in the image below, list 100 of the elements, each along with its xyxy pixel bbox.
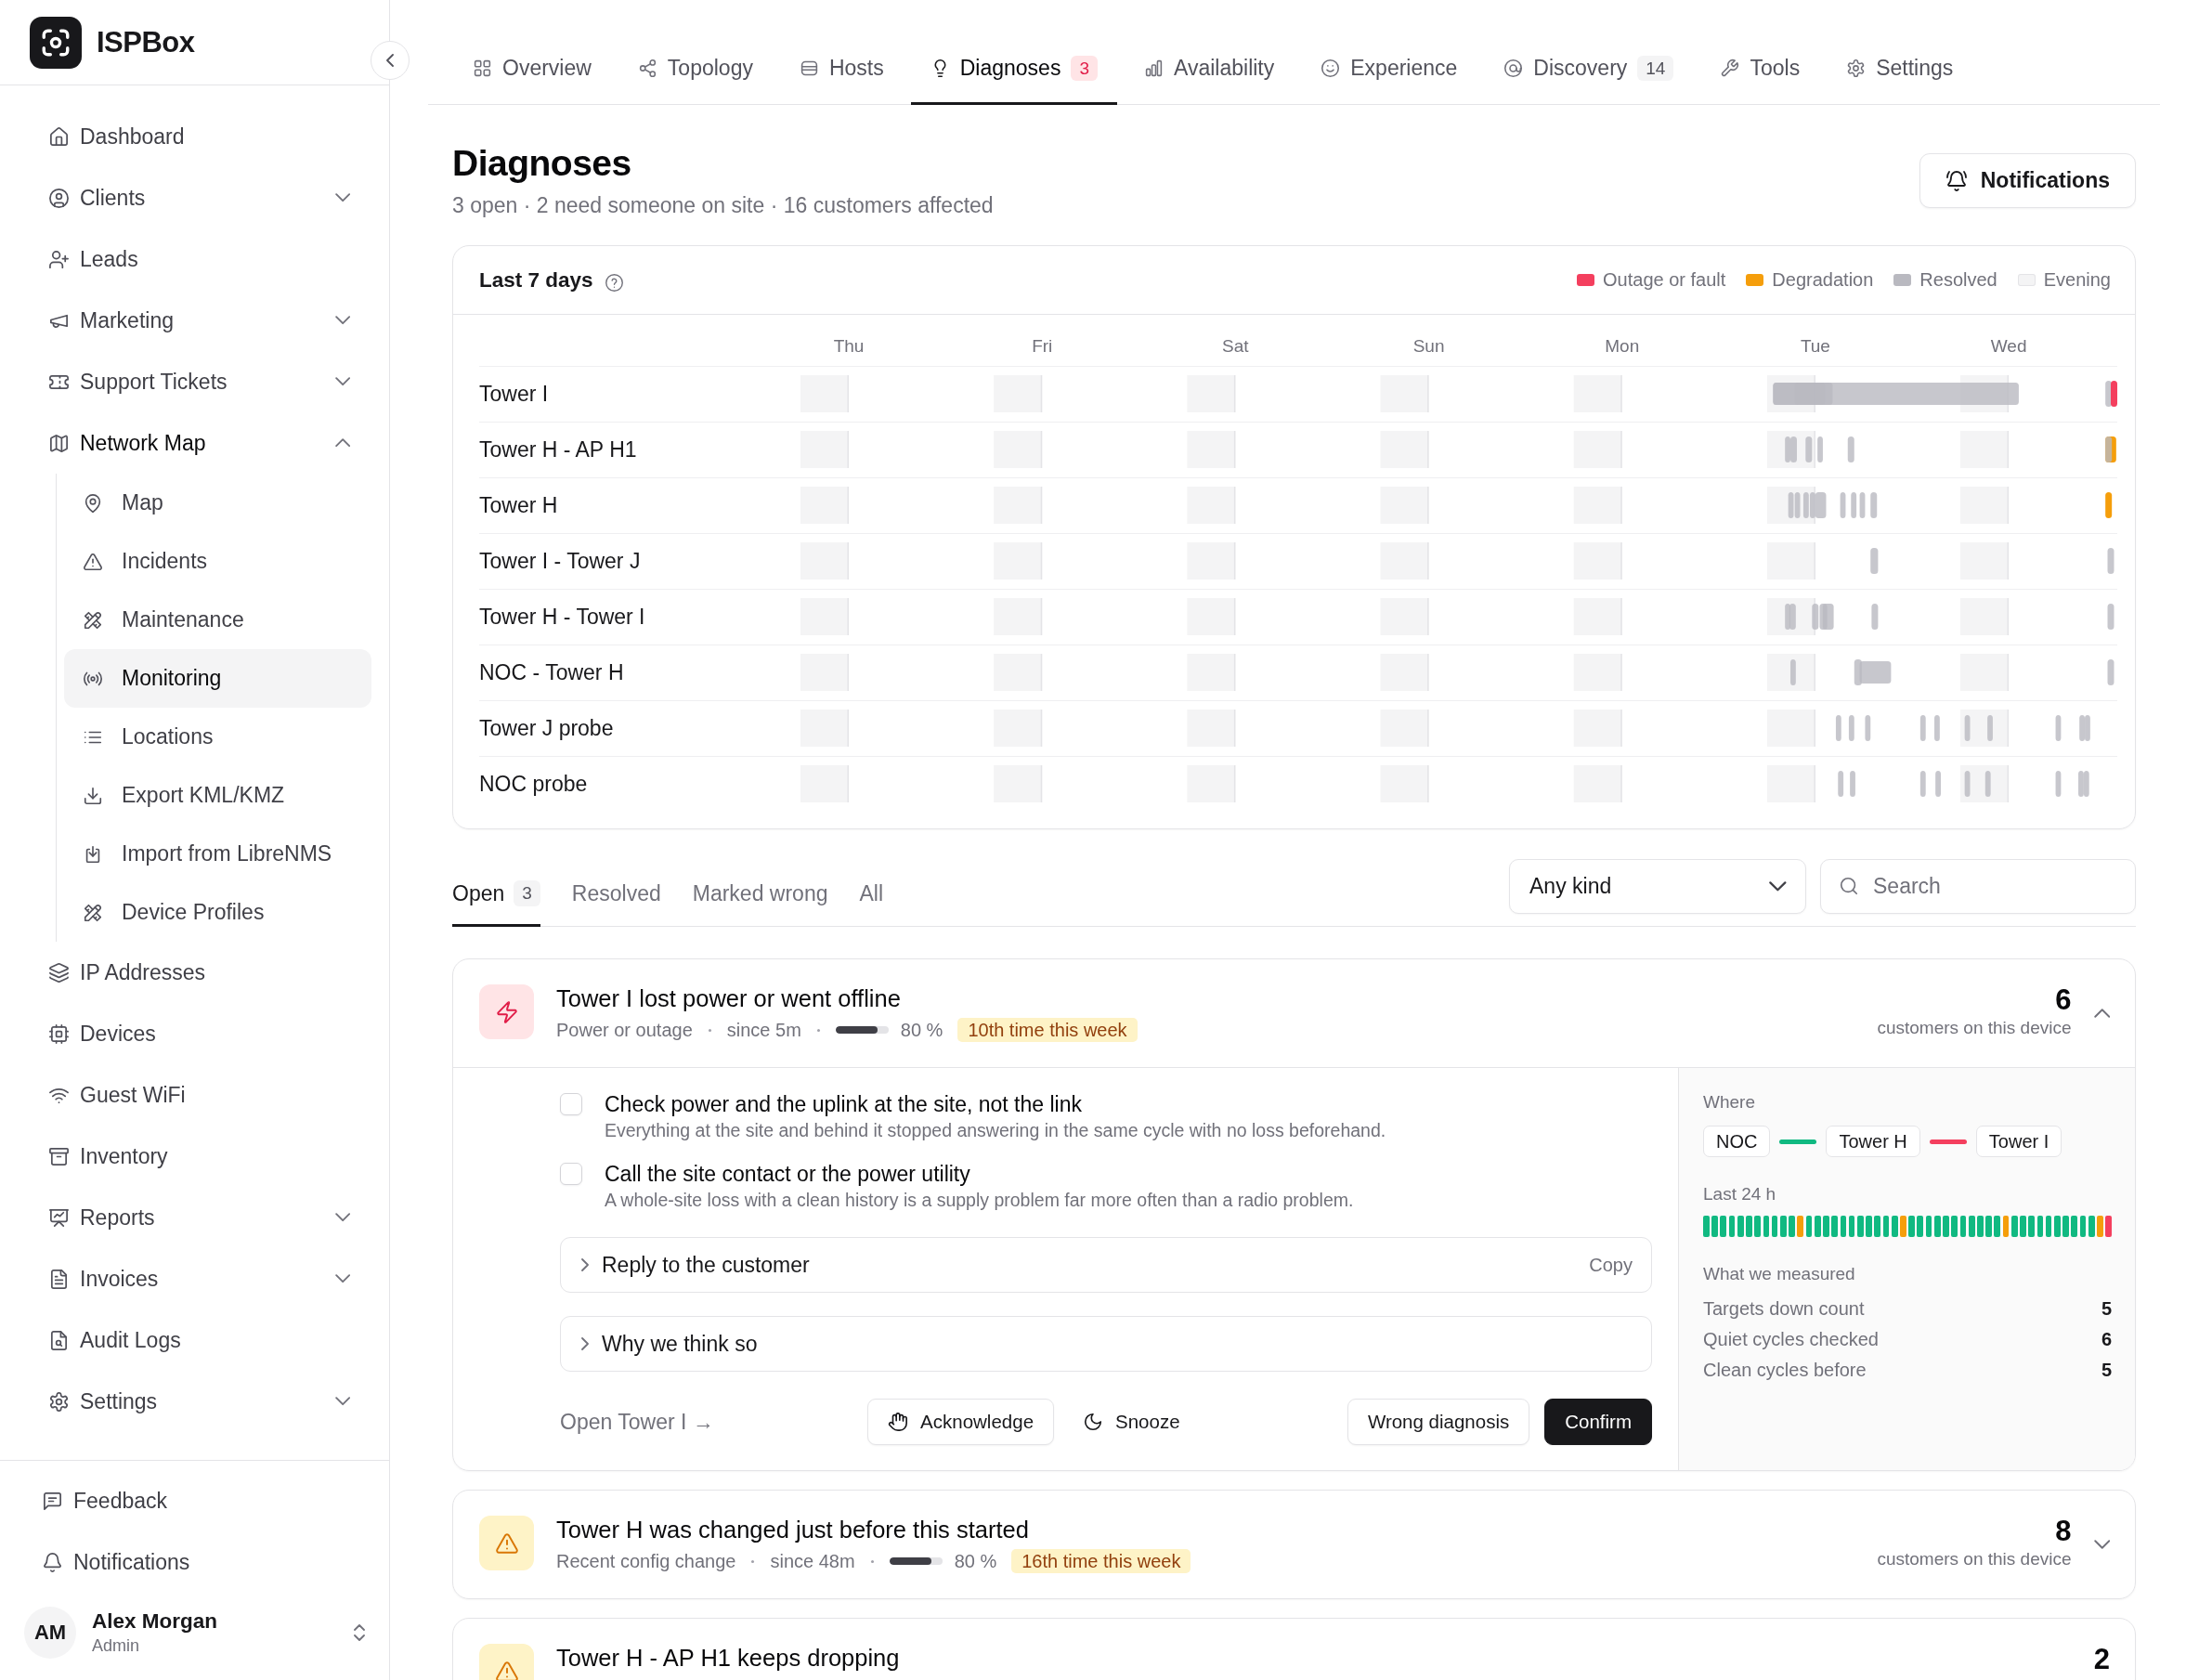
nav-item[interactable]: Settings (19, 1371, 371, 1432)
chevrons-up-down-icon[interactable] (354, 1624, 365, 1641)
page-subtitle: 3 open · 2 need someone on site · 16 customers affected (452, 192, 994, 219)
user-role: Admin (92, 1635, 141, 1657)
resolved-mark (1871, 604, 1879, 630)
row-label: Tower H (479, 493, 558, 518)
row-label: NOC - Tower H (479, 660, 624, 685)
help-icon (604, 273, 624, 293)
tab[interactable]: Hosts (779, 34, 904, 105)
kind-dropdown[interactable]: Any kind (1509, 859, 1806, 914)
tab[interactable]: Availability (1125, 34, 1295, 105)
confidence-text: 80 % (900, 1019, 943, 1042)
nav-item[interactable]: Clients (19, 167, 371, 228)
resolved-mark (1840, 492, 1846, 518)
action-button[interactable]: Acknowledge (867, 1399, 1055, 1445)
subnav-item[interactable]: Map (64, 474, 371, 532)
tab[interactable]: Topology (618, 34, 773, 105)
resolved-mark (1934, 715, 1940, 741)
nav-item[interactable]: Invoices (19, 1248, 371, 1309)
house-icon (48, 125, 70, 148)
nav-item[interactable]: Guest WiFi (19, 1064, 371, 1126)
subnav-item[interactable]: Import from LibreNMS (64, 825, 371, 883)
subnav-item[interactable]: Incidents (64, 532, 371, 591)
customer-count: 2 (2093, 1644, 2110, 1675)
resolved-mark (1984, 771, 1991, 797)
action-button[interactable]: Confirm (1544, 1399, 1652, 1445)
resolved-mark (1919, 771, 1926, 797)
checkbox[interactable] (560, 1093, 582, 1115)
filter-tab[interactable]: Resolved (571, 853, 661, 927)
tab[interactable]: Tools (1700, 34, 1820, 105)
subnav-item[interactable]: Export KML/KMZ (64, 766, 371, 825)
copy-button[interactable]: Copy (1589, 1254, 1633, 1276)
hand-icon (888, 1412, 909, 1432)
message-icon (42, 1490, 63, 1512)
subnav-item[interactable]: Device Profiles (64, 883, 371, 942)
section-toggle[interactable]: Why we think so (581, 1331, 758, 1357)
tab[interactable]: Experience (1301, 34, 1477, 105)
avatar: AM (24, 1607, 76, 1659)
diagnosis-category: Power or outage (556, 1019, 693, 1042)
customer-count-label: customers on this device (1877, 1017, 2072, 1039)
collapse-sidebar-button[interactable] (371, 41, 410, 80)
nav-item[interactable]: Inventory (19, 1126, 371, 1187)
row-label: Tower H - AP H1 (479, 437, 637, 462)
tab[interactable]: Diagnoses 3 (910, 34, 1117, 105)
pencil-ruler-icon (83, 609, 103, 631)
subnav-item[interactable]: Monitoring (64, 649, 371, 708)
nav-item[interactable]: Notifications (11, 1531, 378, 1593)
subnav-item[interactable]: Locations (64, 708, 371, 766)
section-label: What we measured (1703, 1263, 1856, 1285)
user-circle-icon (48, 187, 70, 209)
action-button[interactable]: Snooze (1069, 1399, 1194, 1445)
nav-item[interactable]: Marketing (19, 290, 371, 351)
action-button[interactable]: Wrong diagnosis (1347, 1399, 1530, 1445)
day-label: Mon (1605, 336, 1640, 356)
nav-item[interactable]: Leads (19, 228, 371, 290)
page-title: Diagnoses (452, 142, 632, 185)
section-toggle[interactable]: Reply to the customer (581, 1252, 810, 1278)
nav-item[interactable]: Audit Logs (19, 1309, 371, 1371)
open-device-link[interactable]: Open Tower I → (560, 1409, 714, 1435)
filter-tab[interactable]: Marked wrong (692, 853, 828, 927)
customer-count: 8 (2054, 1516, 2072, 1547)
resolved-mark (2107, 604, 2114, 630)
day-label: Wed (1990, 336, 2027, 356)
nav-item[interactable]: Network Map (19, 412, 371, 474)
collapsible-panel[interactable]: Why we think so (560, 1316, 1652, 1372)
search-field[interactable]: Search (1820, 859, 2136, 914)
section-label: Last 24 h (1703, 1183, 1777, 1205)
step-title: Check power and the uplink at the site, not the link (605, 1091, 1083, 1118)
search-icon (1839, 876, 1859, 896)
legend-label: Outage or fault (1603, 269, 1726, 291)
map-pin-icon (83, 492, 103, 514)
customer-count-label: customers on this device (1877, 1548, 2072, 1570)
nav-item[interactable]: Reports (19, 1187, 371, 1248)
tab[interactable]: Settings (1827, 34, 1973, 105)
chevron-down-icon[interactable] (2093, 1540, 2110, 1549)
tab[interactable]: Overview (453, 34, 611, 105)
chevron-up-icon[interactable] (2093, 1009, 2110, 1018)
nav-item[interactable]: Dashboard (19, 106, 371, 167)
metric-value: 6 (2101, 1329, 2112, 1350)
metric-label: Targets down count (1703, 1298, 1865, 1320)
filter-tab[interactable]: Open 3 (452, 853, 540, 927)
subnav-item[interactable]: Maintenance (64, 591, 371, 649)
collapsible-panel[interactable]: Reply to the customer Copy (560, 1237, 1652, 1293)
row-label: NOC probe (479, 772, 588, 797)
nav-item[interactable]: Support Tickets (19, 351, 371, 412)
metric-value: 5 (2101, 1298, 2112, 1320)
notifications-button[interactable]: Notifications (1919, 153, 2136, 208)
resolved-mark (1964, 771, 1971, 797)
resolved-mark (1987, 715, 1993, 741)
nav-item[interactable]: Devices (19, 1003, 371, 1064)
presentation-chart-icon (48, 1206, 70, 1229)
row-label: Tower I - Tower J (479, 549, 641, 574)
bar-chart-icon (1144, 59, 1164, 78)
checkbox[interactable] (560, 1163, 582, 1185)
brand-name: ISPBox (97, 25, 195, 59)
nav-item[interactable]: Feedback (11, 1470, 378, 1531)
resolved-mark (2107, 659, 2114, 685)
tab[interactable]: Discovery 14 (1484, 34, 1694, 105)
nav-item[interactable]: IP Addresses (19, 942, 371, 1003)
filter-tab[interactable]: All (859, 853, 884, 927)
